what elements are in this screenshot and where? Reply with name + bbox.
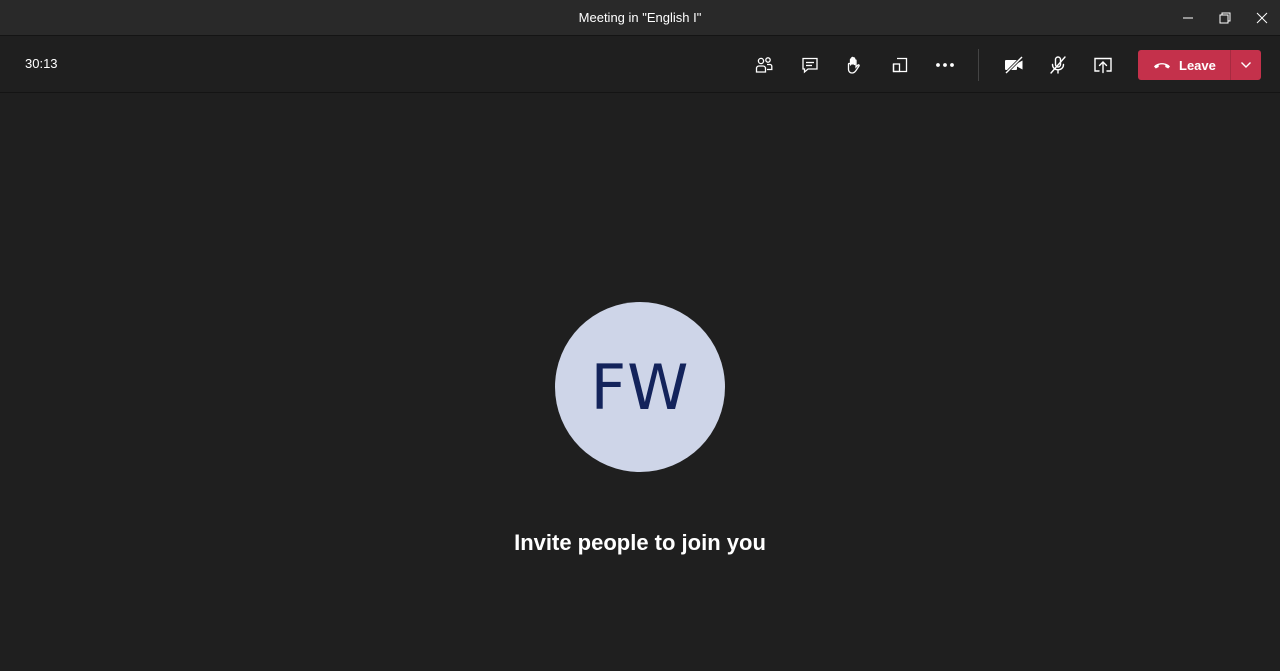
leave-button-group: Leave xyxy=(1138,50,1261,80)
meeting-timer: 30:13 xyxy=(25,56,58,71)
invite-message: Invite people to join you xyxy=(514,530,766,555)
avatar: FW xyxy=(555,302,725,472)
participants-button[interactable] xyxy=(750,51,778,79)
leave-label: Leave xyxy=(1179,57,1216,73)
share-screen-icon xyxy=(1094,57,1112,74)
hang-up-icon xyxy=(1154,63,1170,69)
raise-hand-icon xyxy=(847,56,860,74)
restore-button[interactable] xyxy=(1206,0,1243,35)
close-button[interactable] xyxy=(1243,0,1280,35)
leave-button[interactable]: Leave xyxy=(1138,50,1230,80)
camera-toggle-button[interactable] xyxy=(1000,51,1028,79)
camera-off-icon xyxy=(1004,55,1024,75)
chat-icon xyxy=(802,57,818,74)
window-controls xyxy=(1169,0,1280,35)
title-bar: Meeting in "English I" xyxy=(0,0,1280,35)
chat-button[interactable] xyxy=(796,51,824,79)
toolbar-divider xyxy=(978,49,979,81)
more-icon xyxy=(936,63,954,67)
mic-toggle-button[interactable] xyxy=(1044,51,1072,79)
window-title: Meeting in "English I" xyxy=(578,10,702,25)
close-icon xyxy=(1256,12,1267,23)
meeting-stage: FW Invite people to join you xyxy=(0,93,1280,671)
meeting-toolbar: 30:13 Leave xyxy=(0,35,1280,93)
raise-hand-button[interactable] xyxy=(840,51,868,79)
share-screen-button[interactable] xyxy=(1089,51,1117,79)
restore-icon xyxy=(1219,12,1230,23)
more-actions-button[interactable] xyxy=(931,51,959,79)
minimize-button[interactable] xyxy=(1169,0,1206,35)
participants-icon xyxy=(755,57,773,73)
mic-off-icon xyxy=(1050,56,1066,74)
minimize-icon xyxy=(1182,17,1193,18)
avatar-initials: FW xyxy=(590,350,690,424)
leave-options-button[interactable] xyxy=(1231,50,1261,80)
rooms-icon xyxy=(892,57,908,73)
chevron-down-icon xyxy=(1240,62,1251,68)
rooms-button[interactable] xyxy=(886,51,914,79)
